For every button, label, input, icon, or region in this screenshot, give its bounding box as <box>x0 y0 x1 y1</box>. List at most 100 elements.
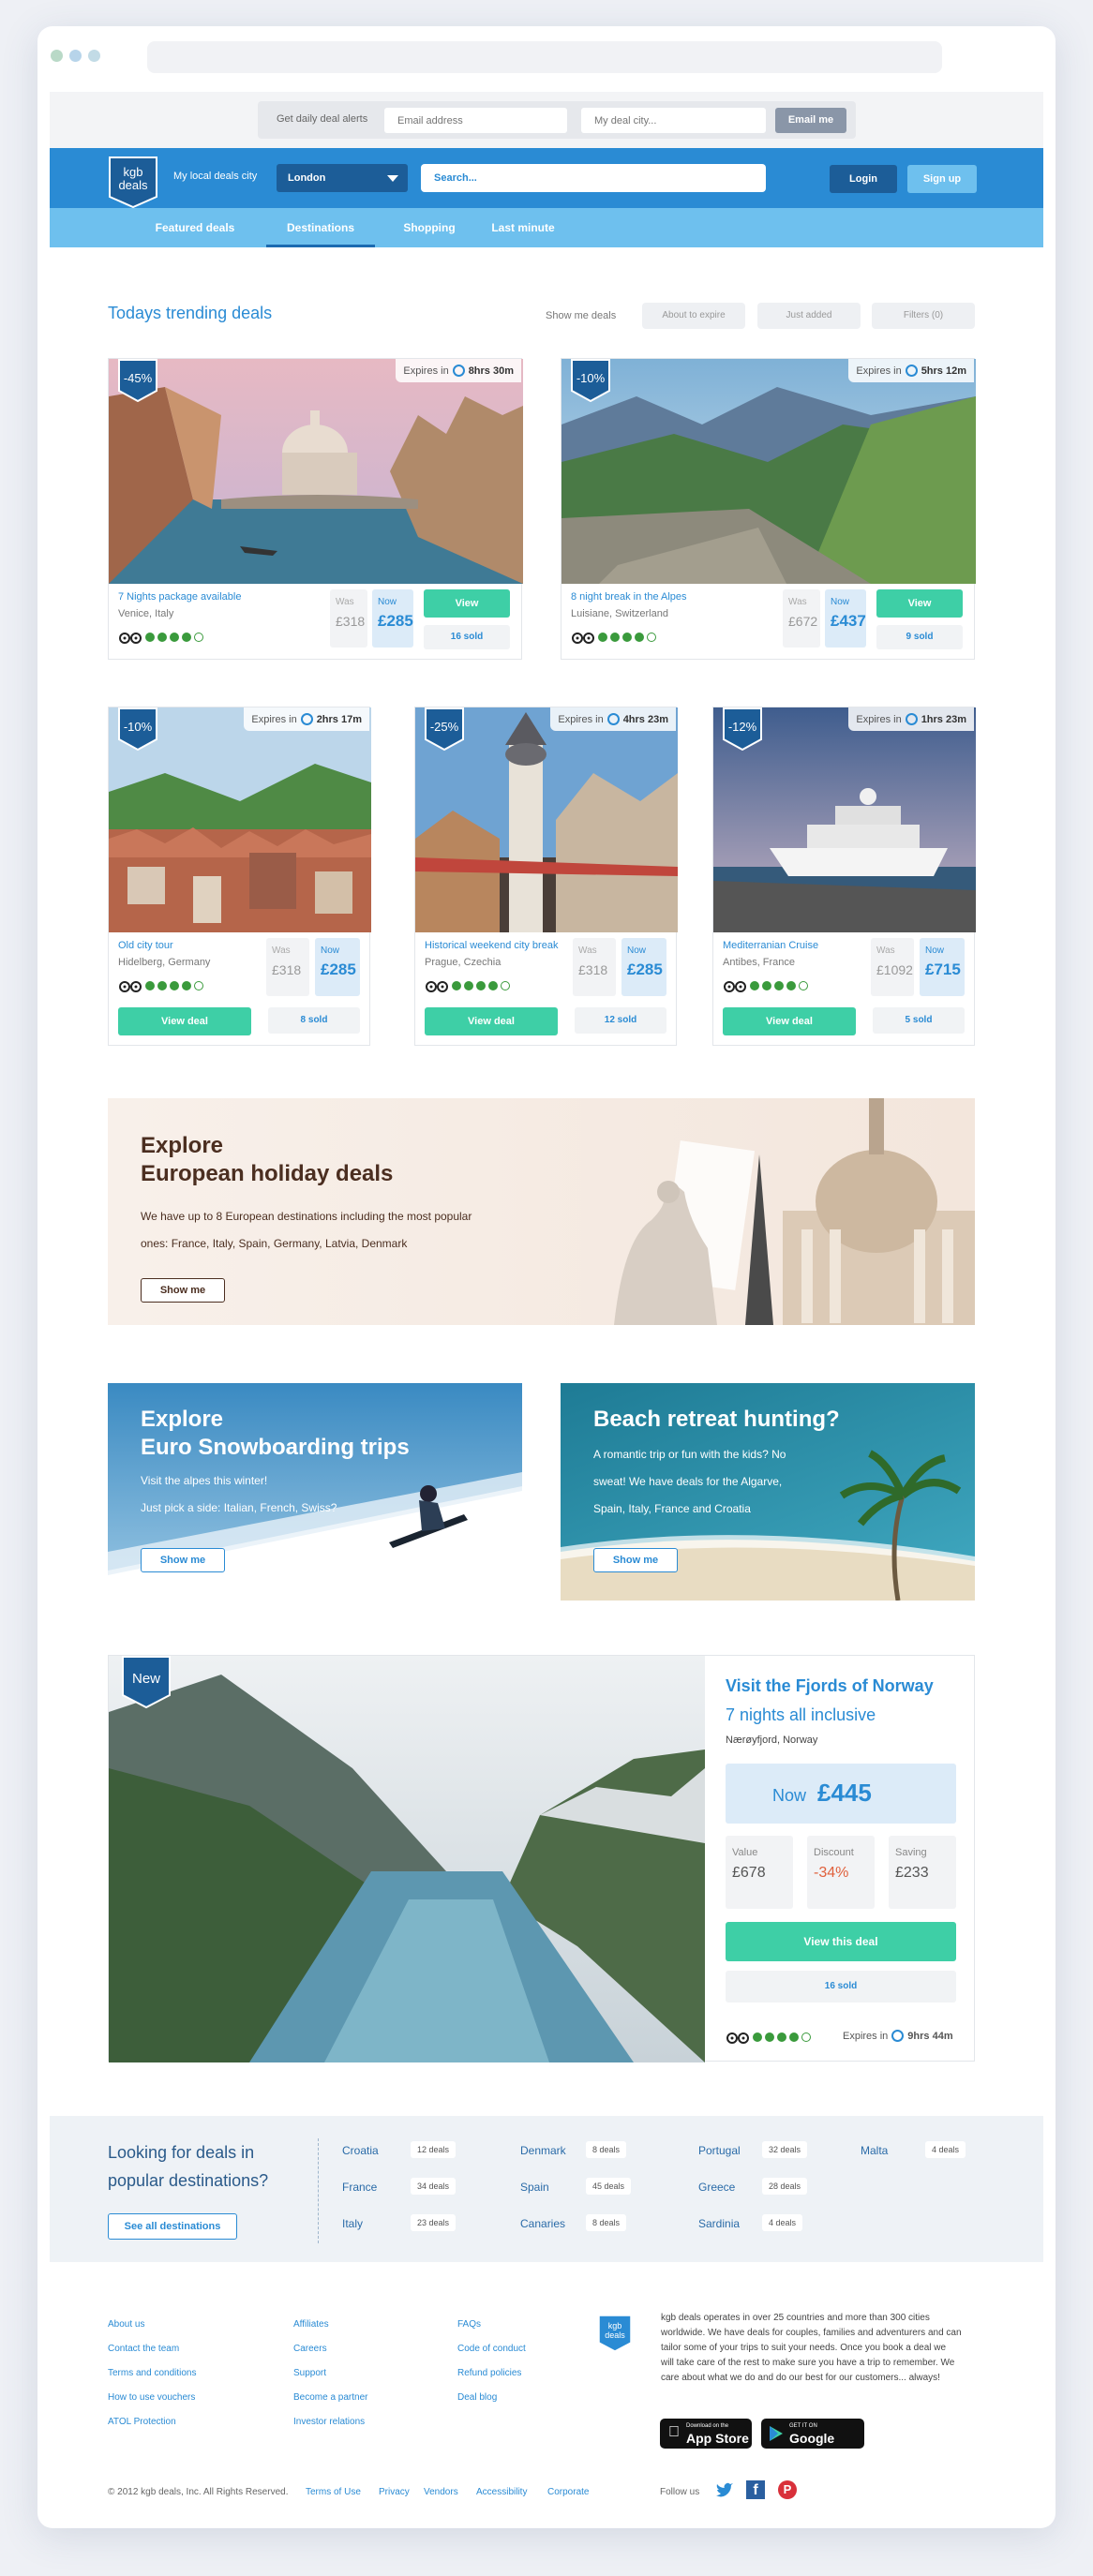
deal-card-venice[interactable]: -45% Expires in 8hrs 30m 7 Nights package… <box>108 358 523 660</box>
footer-blog[interactable]: Deal blog <box>457 2392 497 2403</box>
deal-card-cruise[interactable]: -12% Expires in 1hrs 23m Mediterranian Cr… <box>712 707 976 1046</box>
window-dot-blue[interactable] <box>69 50 82 62</box>
europe-banner-text-2: ones: France, Italy, Spain, Germany, Lat… <box>141 1237 408 1250</box>
view-this-deal-button[interactable]: View this deal <box>726 1922 956 1961</box>
show-me-deals-label: Show me deals <box>546 310 617 321</box>
view-deal-button[interactable]: View deal <box>425 1007 558 1035</box>
europe-banner[interactable]: Explore European holiday deals We have u… <box>108 1098 975 1325</box>
login-button[interactable]: Login <box>830 165 897 193</box>
destination-portugal[interactable]: Portugal <box>698 2144 741 2157</box>
footer-careers[interactable]: Careers <box>293 2344 327 2354</box>
destination-greece[interactable]: Greece <box>698 2181 735 2194</box>
deal-title[interactable]: Old city tour <box>118 940 173 951</box>
city-select[interactable]: London <box>277 164 408 192</box>
app-store-button[interactable]:  Download on the App Store <box>660 2419 752 2449</box>
was-label: Was <box>578 946 597 956</box>
footer-conduct[interactable]: Code of conduct <box>457 2344 526 2354</box>
deal-card-prague[interactable]: -25% Expires in 4hrs 23m Historical weeke… <box>414 707 678 1046</box>
facebook-icon[interactable]: f <box>746 2480 765 2499</box>
destination-sardinia[interactable]: Sardinia <box>698 2217 740 2230</box>
nav-last-minute[interactable]: Last minute <box>481 208 565 247</box>
window-dot-teal[interactable] <box>88 50 100 62</box>
clock-icon <box>891 2030 905 2042</box>
destination-malta[interactable]: Malta <box>861 2144 888 2157</box>
logo-text-deals: deals <box>118 178 148 192</box>
tripadvisor-owl-icon <box>119 980 142 992</box>
deal-title[interactable]: Historical weekend city break <box>425 940 558 951</box>
footer-partner[interactable]: Become a partner <box>293 2392 368 2403</box>
clock-icon <box>606 713 620 725</box>
url-bar[interactable] <box>147 41 942 73</box>
deal-title[interactable]: 8 night break in the Alpes <box>571 591 687 603</box>
norway-featured-deal[interactable]: New Visit the Fjords of Norway 7 nights … <box>108 1655 975 2062</box>
tripadvisor-owl-icon <box>726 2032 749 2044</box>
clock-icon <box>300 713 313 725</box>
expires-tag: Expires in 8hrs 30m <box>396 359 521 382</box>
footer-corporate[interactable]: Corporate <box>547 2487 589 2497</box>
google-play-button[interactable]: GET IT ON Google Play <box>761 2419 864 2461</box>
footer-refunds[interactable]: Refund policies <box>457 2368 521 2378</box>
destination-canaries[interactable]: Canaries <box>520 2217 565 2230</box>
email-input[interactable] <box>384 108 567 133</box>
window-dot-green[interactable] <box>51 50 63 62</box>
site-header: kgb deals My local deals city London Sea… <box>50 148 1043 209</box>
beach-banner[interactable]: Beach retreat hunting? A romantic trip o… <box>561 1383 975 1601</box>
destination-france[interactable]: France <box>342 2181 377 2194</box>
destination-croatia[interactable]: Croatia <box>342 2144 379 2157</box>
was-price-box: Was £318 <box>573 938 616 996</box>
see-all-destinations-button[interactable]: See all destinations <box>108 2213 237 2240</box>
email-me-button[interactable]: Email me <box>775 108 846 133</box>
footer-about-us[interactable]: About us <box>108 2319 144 2330</box>
snow-show-me-button[interactable]: Show me <box>141 1548 225 1572</box>
footer-accessibility[interactable]: Accessibility <box>476 2487 527 2497</box>
footer-privacy[interactable]: Privacy <box>379 2487 410 2497</box>
beach-banner-text-3: Spain, Italy, France and Croatia <box>593 1502 751 1515</box>
now-label: Now <box>321 946 340 956</box>
nav-featured-deals[interactable]: Featured deals <box>143 208 247 247</box>
app-store-label: App Store <box>686 2431 749 2446</box>
destination-denmark[interactable]: Denmark <box>520 2144 566 2157</box>
destination-spain[interactable]: Spain <box>520 2181 549 2194</box>
footer-atol[interactable]: ATOL Protection <box>108 2417 176 2427</box>
clock-icon <box>452 365 465 377</box>
view-deal-button[interactable]: View deal <box>118 1007 251 1035</box>
footer-investors[interactable]: Investor relations <box>293 2417 365 2427</box>
pinterest-icon[interactable]: P <box>778 2480 797 2499</box>
view-button[interactable]: View <box>424 589 510 618</box>
search-input[interactable]: Search... <box>421 164 766 192</box>
footer-vouchers[interactable]: How to use vouchers <box>108 2392 195 2403</box>
footer-terms[interactable]: Terms and conditions <box>108 2368 197 2378</box>
expires-label: Expires in <box>251 714 297 725</box>
footer-logo[interactable]: kgb deals <box>598 2315 632 2352</box>
footer-vendors[interactable]: Vendors <box>424 2487 458 2497</box>
footer-support[interactable]: Support <box>293 2368 326 2378</box>
deal-title[interactable]: Mediterranian Cruise <box>723 940 818 951</box>
europe-show-me-button[interactable]: Show me <box>141 1278 225 1303</box>
deal-title[interactable]: 7 Nights package available <box>118 591 241 603</box>
filter-button[interactable]: Filters (0) <box>872 303 975 329</box>
snowboard-banner[interactable]: Explore Euro Snowboarding trips Visit th… <box>108 1383 522 1601</box>
now-label: Now <box>831 597 850 607</box>
nav-shopping[interactable]: Shopping <box>397 208 462 247</box>
footer-contact[interactable]: Contact the team <box>108 2344 179 2354</box>
beach-show-me-button[interactable]: Show me <box>593 1548 678 1572</box>
filter-just-added[interactable]: Just added <box>757 303 861 329</box>
destination-italy[interactable]: Italy <box>342 2217 363 2230</box>
signup-button[interactable]: Sign up <box>907 165 977 193</box>
twitter-icon[interactable] <box>715 2482 734 2499</box>
footer-terms-of-use[interactable]: Terms of Use <box>306 2487 361 2497</box>
page-content: Get daily deal alerts Email me kgb deals… <box>50 92 1043 2499</box>
expires-label: Expires in <box>403 365 449 377</box>
deal-card-heidelberg[interactable]: -10% Expires in 2hrs 17m Old city tour Hi… <box>108 707 371 1046</box>
footer-affiliates[interactable]: Affiliates <box>293 2319 329 2330</box>
kgb-deals-logo[interactable]: kgb deals <box>108 156 158 209</box>
footer-faqs[interactable]: FAQs <box>457 2319 481 2330</box>
filter-about-to-expire[interactable]: About to expire <box>642 303 745 329</box>
deal-city-input[interactable] <box>581 108 766 133</box>
view-deal-button[interactable]: View deal <box>723 1007 856 1035</box>
nav-destinations[interactable]: Destinations <box>266 208 375 247</box>
deal-card-alps[interactable]: -10% Expires in 5hrs 12m 8 night break in… <box>561 358 976 660</box>
google-play-label: Google Play <box>789 2431 835 2461</box>
view-button[interactable]: View <box>876 589 963 618</box>
norway-title[interactable]: Visit the Fjords of Norway <box>726 1673 934 1699</box>
